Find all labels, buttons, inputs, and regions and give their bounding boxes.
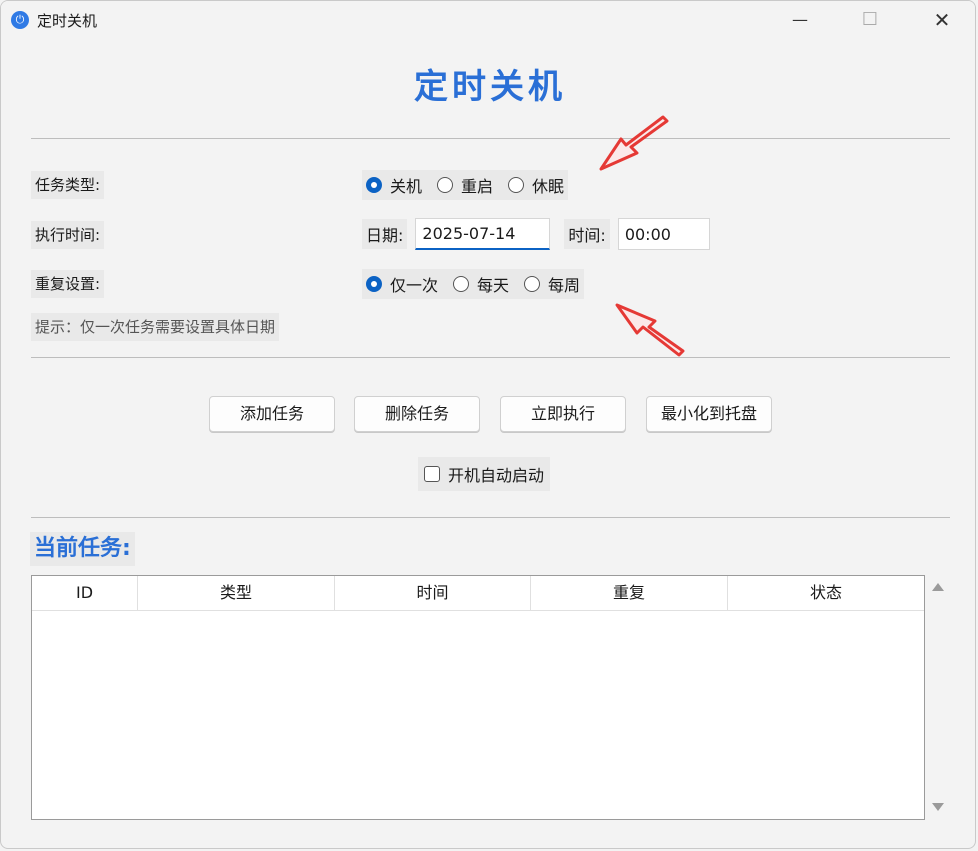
tasks-table[interactable]: ID 类型 时间 重复 状态 (31, 575, 925, 820)
divider (31, 357, 950, 358)
red-arrow-icon (599, 115, 669, 171)
autostart-label: 开机自动启动 (448, 466, 545, 485)
app-icon: ⏻ (11, 11, 29, 29)
radio-once[interactable]: 仅一次 (366, 272, 438, 296)
radio-indicator (508, 177, 525, 193)
red-arrow-icon (615, 303, 685, 357)
radio-restart[interactable]: 重启 (437, 173, 493, 197)
column-header-id[interactable]: ID (32, 576, 138, 610)
divider (31, 138, 950, 139)
radio-shutdown[interactable]: 关机 (366, 173, 422, 197)
scroll-down-icon[interactable] (932, 803, 944, 811)
radio-label: 重启 (461, 177, 494, 196)
time-input[interactable] (617, 218, 710, 250)
current-tasks-title: 当前任务: (30, 532, 135, 566)
date-input[interactable] (415, 218, 551, 250)
exec-time-row: 日期: 时间: (362, 216, 710, 252)
minimize-icon[interactable]: — (777, 1, 823, 39)
delete-task-button[interactable]: 删除任务 (354, 396, 480, 432)
app-window: ⏻ 定时关机 — ☐ ✕ 定时关机 任务类型: 关机 重启 休眠 执行时间: 日… (0, 0, 976, 849)
page-title: 定时关机 (414, 67, 566, 107)
column-header-type[interactable]: 类型 (138, 576, 335, 610)
window-title: 定时关机 (37, 12, 98, 30)
hint-text: 提示：仅一次任务需要设置具体日期 (31, 313, 280, 341)
title-bar: ⏻ 定时关机 — ☐ ✕ (1, 1, 975, 39)
radio-sleep[interactable]: 休眠 (508, 173, 564, 197)
radio-label: 仅一次 (390, 276, 439, 295)
maximize-icon[interactable]: ☐ (847, 1, 893, 39)
date-label: 日期: (362, 219, 408, 249)
radio-indicator (366, 276, 382, 292)
column-header-repeat[interactable]: 重复 (531, 576, 728, 610)
radio-indicator (437, 177, 454, 193)
column-header-status[interactable]: 状态 (728, 576, 924, 610)
close-icon[interactable]: ✕ (919, 1, 965, 39)
radio-indicator (524, 276, 541, 292)
radio-indicator (366, 177, 382, 193)
divider (31, 517, 950, 518)
radio-weekly[interactable]: 每周 (524, 272, 580, 296)
radio-label: 休眠 (532, 177, 565, 196)
run-now-button[interactable]: 立即执行 (500, 396, 626, 432)
exec-time-label: 执行时间: (31, 221, 105, 249)
table-header: ID 类型 时间 重复 状态 (32, 576, 924, 611)
task-type-group: 关机 重启 休眠 (362, 170, 569, 200)
radio-label: 关机 (390, 177, 423, 196)
add-task-button[interactable]: 添加任务 (209, 396, 335, 432)
repeat-label: 重复设置: (31, 270, 105, 298)
scroll-up-icon[interactable] (932, 583, 944, 591)
table-scrollbar[interactable] (929, 575, 949, 820)
radio-indicator (453, 276, 470, 292)
time-label: 时间: (564, 219, 610, 249)
repeat-group: 仅一次 每天 每周 (362, 269, 585, 299)
radio-label: 每周 (548, 276, 581, 295)
autostart-checkbox[interactable]: 开机自动启动 (418, 457, 551, 491)
radio-daily[interactable]: 每天 (453, 272, 509, 296)
checkbox-box (424, 466, 440, 482)
radio-label: 每天 (477, 276, 510, 295)
task-type-label: 任务类型: (31, 171, 105, 199)
column-header-time[interactable]: 时间 (335, 576, 531, 610)
minimize-to-tray-button[interactable]: 最小化到托盘 (646, 396, 772, 432)
